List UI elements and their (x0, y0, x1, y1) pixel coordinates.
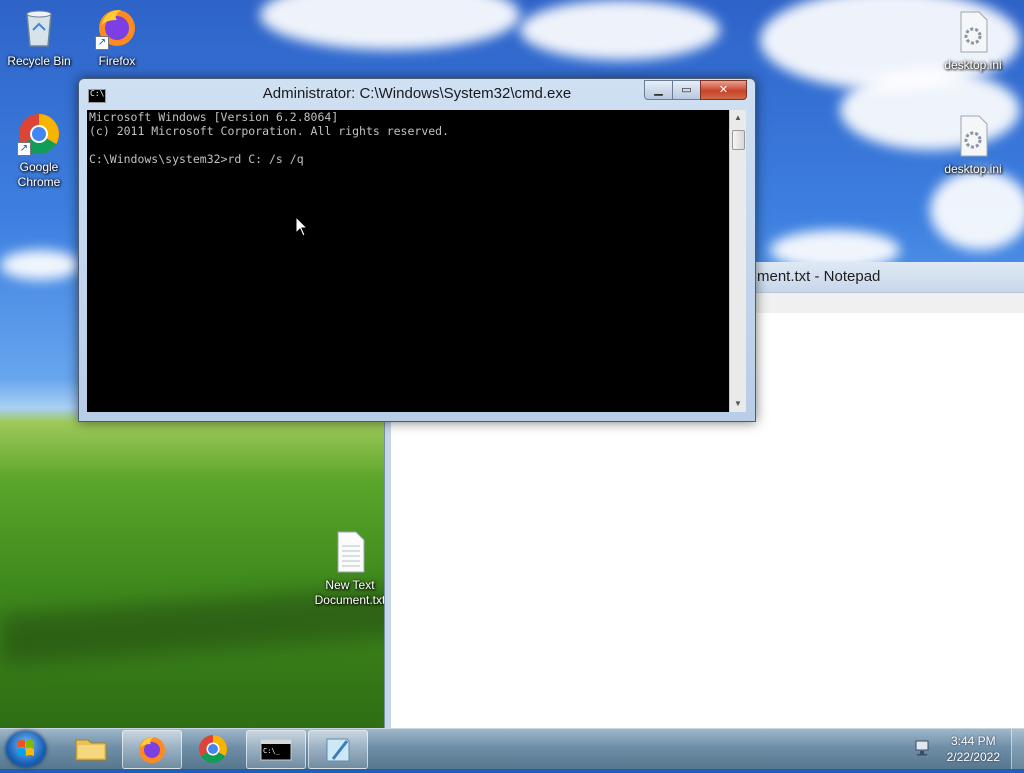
clock-time: 3:44 PM (950, 734, 996, 748)
scroll-down-arrow-icon[interactable]: ▼ (730, 396, 746, 412)
chrome-icon: ↗ (17, 112, 61, 156)
taskbar-cmd-button[interactable]: C:\_ (246, 730, 306, 769)
shortcut-arrow-icon: ↗ (17, 142, 31, 156)
chrome-icon (199, 735, 227, 763)
folder-icon (75, 739, 107, 761)
desktop-icon-desktop-ini[interactable]: desktop.ini (938, 114, 1008, 177)
desktop-icon-label: Firefox (98, 54, 136, 68)
desktop-icon-label: desktop.ini (944, 162, 1002, 176)
minimize-button[interactable]: ▁ (644, 80, 673, 100)
start-button[interactable] (6, 731, 46, 767)
vertical-scrollbar[interactable]: ▲ ▼ (729, 110, 746, 412)
desktop-icon-google-chrome[interactable]: ↗ Google Chrome (4, 112, 74, 190)
notepad-icon (326, 738, 350, 762)
taskbar-firefox-button[interactable] (122, 730, 182, 769)
firefox-icon (139, 737, 165, 763)
desktop-icon-firefox[interactable]: ↗ Firefox (82, 6, 152, 69)
scroll-up-arrow-icon[interactable]: ▲ (730, 110, 746, 126)
taskbar-explorer-button[interactable] (62, 730, 120, 767)
taskbar-chrome-button[interactable] (184, 730, 242, 767)
show-desktop-button[interactable] (1011, 729, 1024, 769)
desktop-icon-label: desktop.ini (944, 58, 1002, 72)
desktop-icon-desktop-ini[interactable]: desktop.ini (938, 10, 1008, 73)
close-button[interactable]: ✕ (700, 80, 747, 100)
taskbar-notepad-button[interactable] (308, 730, 368, 769)
settings-file-icon (951, 10, 995, 54)
desktop-icon-label: New Text Document.txt (314, 578, 386, 607)
notepad-title: ment.txt - Notepad (757, 268, 881, 285)
cmd-window[interactable]: C:\ Administrator: C:\Windows\System32\c… (78, 78, 756, 422)
network-icon[interactable] (914, 739, 932, 762)
settings-file-icon (951, 114, 995, 158)
shortcut-arrow-icon: ↗ (95, 36, 109, 50)
windows-logo-icon (18, 740, 34, 756)
clock-date: 2/22/2022 (946, 750, 1000, 764)
desktop-icon-label: Recycle Bin (7, 54, 71, 68)
console-prompt-line: C:\Windows\system32>rd C: /s /q (89, 152, 304, 166)
console-icon: C:\_ (260, 739, 292, 761)
text-file-icon (328, 530, 372, 574)
desktop-icon-label: Google Chrome (17, 160, 61, 189)
firefox-icon: ↗ (95, 6, 139, 50)
scroll-thumb[interactable] (732, 130, 745, 150)
system-tray: 3:44 PM 2/22/2022 (904, 729, 1024, 769)
console-line (87, 138, 729, 152)
console-line: (c) 2011 Microsoft Corporation. All righ… (89, 124, 450, 138)
clock[interactable]: 3:44 PM 2/22/2022 (947, 733, 1000, 765)
recycle-bin-icon (17, 6, 61, 50)
cmd-titlebar[interactable]: C:\ Administrator: C:\Windows\System32\c… (79, 79, 755, 109)
maximize-button[interactable]: ▭ (672, 80, 701, 100)
console-line: Microsoft Windows [Version 6.2.8064] (89, 110, 339, 124)
taskbar: C:\_ 3:44 PM 2/22/2022 (0, 728, 1024, 769)
desktop-icon-new-text-document[interactable]: New Text Document.txt (312, 530, 388, 608)
desktop-icon-recycle-bin[interactable]: Recycle Bin (4, 6, 74, 69)
svg-text:C:\_: C:\_ (263, 747, 281, 755)
console-output[interactable]: Microsoft Windows [Version 6.2.8064] (c)… (87, 110, 729, 412)
